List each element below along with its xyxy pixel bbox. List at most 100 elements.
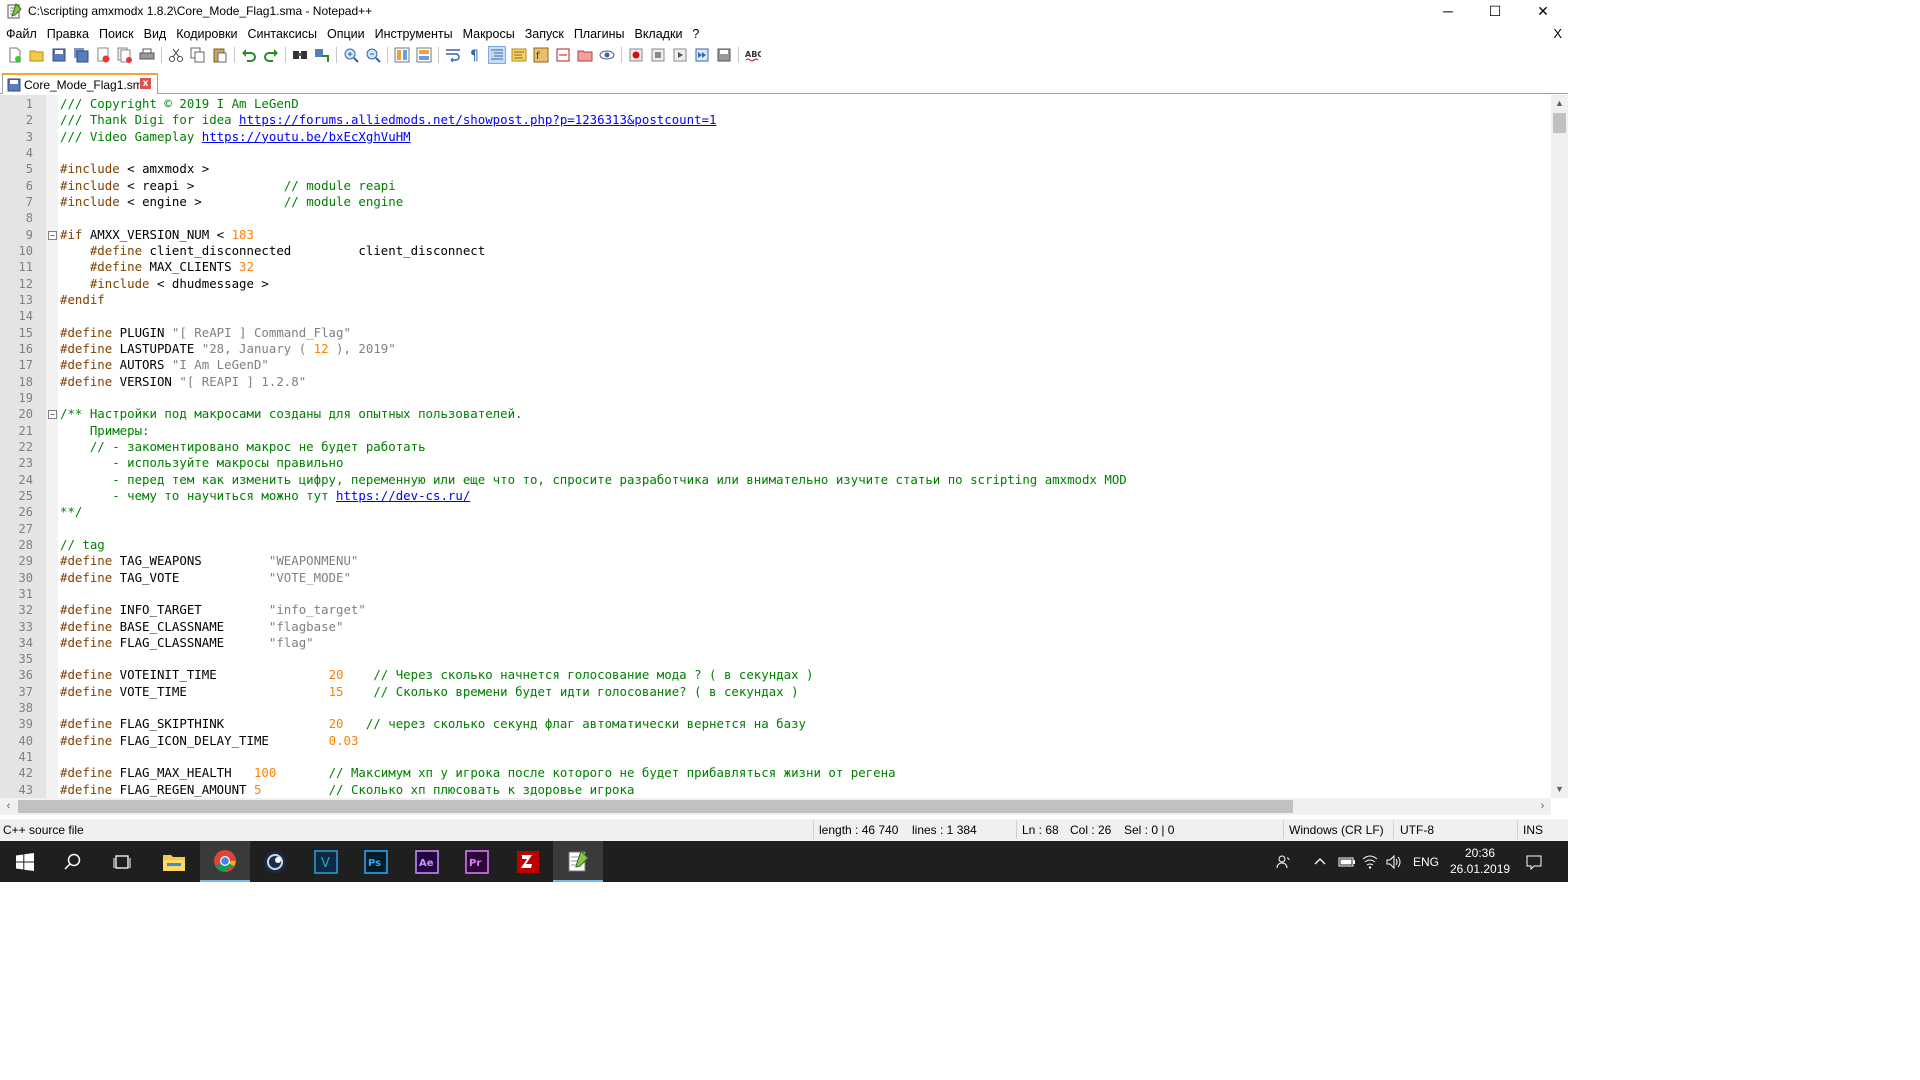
- vertical-scrollbar[interactable]: ▲ ▼: [1551, 95, 1568, 798]
- scroll-down-icon[interactable]: ▼: [1551, 781, 1568, 798]
- document-map-icon[interactable]: [511, 47, 527, 63]
- file-explorer-icon[interactable]: [149, 841, 199, 882]
- cut-icon[interactable]: [168, 47, 184, 63]
- premiere-icon[interactable]: Pr: [452, 841, 502, 882]
- code-line[interactable]: 20 −/** Настройки под макросами созданы д…: [19, 406, 1546, 422]
- sync-vertical-icon[interactable]: [394, 47, 410, 63]
- menu-window[interactable]: Вкладки: [629, 24, 687, 44]
- code-line[interactable]: 5 #include < amxmodx >: [26, 161, 1546, 177]
- close-icon[interactable]: [95, 47, 111, 63]
- maximize-button[interactable]: ☐: [1472, 0, 1518, 22]
- menu-language[interactable]: Синтаксисы: [242, 24, 322, 44]
- menu-file[interactable]: Файл: [0, 24, 42, 44]
- indent-guide-icon[interactable]: [488, 46, 506, 64]
- run-macro-multiple-icon[interactable]: [694, 47, 710, 63]
- code-line[interactable]: 27: [19, 521, 1546, 537]
- code-line[interactable]: 14: [19, 308, 1546, 324]
- fold-margin[interactable]: [46, 95, 58, 798]
- code-line[interactable]: 2 /// Thank Digi for idea https://forums.…: [26, 112, 1546, 128]
- code-line[interactable]: 4: [26, 145, 1546, 161]
- new-file-icon[interactable]: [7, 47, 23, 63]
- filezilla-icon[interactable]: [503, 841, 553, 882]
- chrome-icon[interactable]: [200, 841, 250, 882]
- tab-close-icon[interactable]: x: [140, 78, 151, 89]
- find-icon[interactable]: [292, 47, 308, 63]
- zoom-out-icon[interactable]: [365, 47, 381, 63]
- code-line[interactable]: 36 #define VOTEINIT_TIME 20 // Через скол…: [19, 667, 1546, 683]
- code-line[interactable]: 24 - перед тем как изменить цифру, перем…: [19, 472, 1546, 488]
- replace-icon[interactable]: [314, 47, 330, 63]
- close-window-button[interactable]: ✕: [1520, 0, 1566, 22]
- redo-icon[interactable]: [263, 47, 279, 63]
- cinema4d-icon[interactable]: [250, 841, 300, 882]
- menu-macro[interactable]: Макросы: [458, 24, 520, 44]
- show-all-chars-icon[interactable]: ¶: [467, 47, 483, 63]
- after-effects-icon[interactable]: Ae: [402, 841, 452, 882]
- code-area[interactable]: 1 /// Copyright © 2019 I Am LeGenD 2 /// Th…: [19, 96, 1546, 798]
- task-view-icon[interactable]: [97, 841, 147, 882]
- code-line[interactable]: 41: [19, 749, 1546, 765]
- word-wrap-icon[interactable]: [445, 47, 461, 63]
- code-line[interactable]: 23 - используйте макросы правильно: [19, 455, 1546, 471]
- menu-edit[interactable]: Правка: [42, 24, 94, 44]
- code-line[interactable]: 9 − #if AMXX_VERSION_NUM < 183: [26, 227, 1546, 243]
- code-line[interactable]: 42 #define FLAG_MAX_HEALTH 100 // Максиму…: [19, 765, 1546, 781]
- scroll-right-icon[interactable]: ›: [1534, 798, 1551, 815]
- horizontal-scroll-thumb[interactable]: [18, 800, 1293, 813]
- code-line[interactable]: 40 #define FLAG_ICON_DELAY_TIME 0.03: [19, 733, 1546, 749]
- volume-icon[interactable]: [1386, 841, 1402, 882]
- copy-icon[interactable]: [190, 47, 206, 63]
- code-line[interactable]: 35: [19, 651, 1546, 667]
- code-line[interactable]: 19: [19, 390, 1546, 406]
- wifi-icon[interactable]: [1362, 841, 1378, 882]
- code-editor[interactable]: 1 /// Copyright © 2019 I Am LeGenD 2 /// Th…: [0, 95, 1568, 798]
- menu-plugins[interactable]: Плагины: [569, 24, 630, 44]
- language-indicator[interactable]: ENG: [1413, 841, 1439, 882]
- code-line[interactable]: 10 #define client_disconnected client_di…: [19, 243, 1546, 259]
- code-line[interactable]: 43 #define FLAG_REGEN_AMOUNT 5 // Сколько…: [19, 782, 1546, 798]
- code-line[interactable]: 38: [19, 700, 1546, 716]
- print-icon[interactable]: [139, 47, 155, 63]
- menu-help[interactable]: ?: [687, 24, 704, 44]
- menu-search[interactable]: Поиск: [94, 24, 139, 44]
- menu-encoding[interactable]: Кодировки: [171, 24, 242, 44]
- code-line[interactable]: 31: [19, 586, 1546, 602]
- close-all-icon[interactable]: [117, 47, 133, 63]
- spell-check-icon[interactable]: ABC: [745, 47, 761, 63]
- code-line[interactable]: 34 #define FLAG_CLASSNAME "flag": [19, 635, 1546, 651]
- code-line[interactable]: 15 #define PLUGIN "[ ReAPI ] Command_Flag…: [19, 325, 1546, 341]
- code-line[interactable]: 18 #define VERSION "[ REAPI ] 1.2.8": [19, 374, 1546, 390]
- photoshop-icon[interactable]: Ps: [351, 841, 401, 882]
- code-line[interactable]: 3 /// Video Gameplay https://youtu.be/bxE…: [26, 129, 1546, 145]
- save-icon[interactable]: [51, 47, 67, 63]
- system-clock[interactable]: 20:36 26.01.2019: [1450, 845, 1510, 877]
- folder-workspace-icon[interactable]: [555, 47, 571, 63]
- code-line[interactable]: 37 #define VOTE_TIME 15 // Сколько времен…: [19, 684, 1546, 700]
- chevron-up-icon[interactable]: [1313, 841, 1327, 882]
- code-line[interactable]: 33 #define BASE_CLASSNAME "flagbase": [19, 619, 1546, 635]
- code-line[interactable]: 13 #endif: [19, 292, 1546, 308]
- menu-settings[interactable]: Опции: [322, 24, 370, 44]
- code-line[interactable]: 12 #include < dhudmessage >: [19, 276, 1546, 292]
- save-all-icon[interactable]: [73, 47, 89, 63]
- search-icon[interactable]: [48, 841, 98, 882]
- code-line[interactable]: 30 #define TAG_VOTE "VOTE_MODE": [19, 570, 1546, 586]
- code-line[interactable]: 16 #define LASTUPDATE "28, January ( 12 )…: [19, 341, 1546, 357]
- code-line[interactable]: 32 #define INFO_TARGET "info_target": [19, 602, 1546, 618]
- scroll-up-icon[interactable]: ▲: [1551, 95, 1568, 112]
- start-icon[interactable]: [0, 841, 50, 882]
- paste-icon[interactable]: [212, 47, 228, 63]
- code-line[interactable]: 39 #define FLAG_SKIPTHINK 20 // через ско…: [19, 716, 1546, 732]
- tab-core-mode-flag1[interactable]: Core_Mode_Flag1.sma x: [2, 73, 158, 94]
- people-icon[interactable]: [1276, 841, 1292, 882]
- play-macro-icon[interactable]: [672, 47, 688, 63]
- fold-toggle-icon[interactable]: −: [48, 230, 57, 240]
- menu-view[interactable]: Вид: [139, 24, 172, 44]
- folder-as-workspace-icon[interactable]: [577, 47, 593, 63]
- function-list-icon[interactable]: f: [533, 47, 549, 63]
- close-document-button[interactable]: X: [1553, 24, 1562, 44]
- code-line[interactable]: 22 // - закоментировано макрос не будет …: [19, 439, 1546, 455]
- code-line[interactable]: 11 #define MAX_CLIENTS 32: [19, 259, 1546, 275]
- menu-run[interactable]: Запуск: [520, 24, 569, 44]
- vegas-icon[interactable]: V: [301, 841, 351, 882]
